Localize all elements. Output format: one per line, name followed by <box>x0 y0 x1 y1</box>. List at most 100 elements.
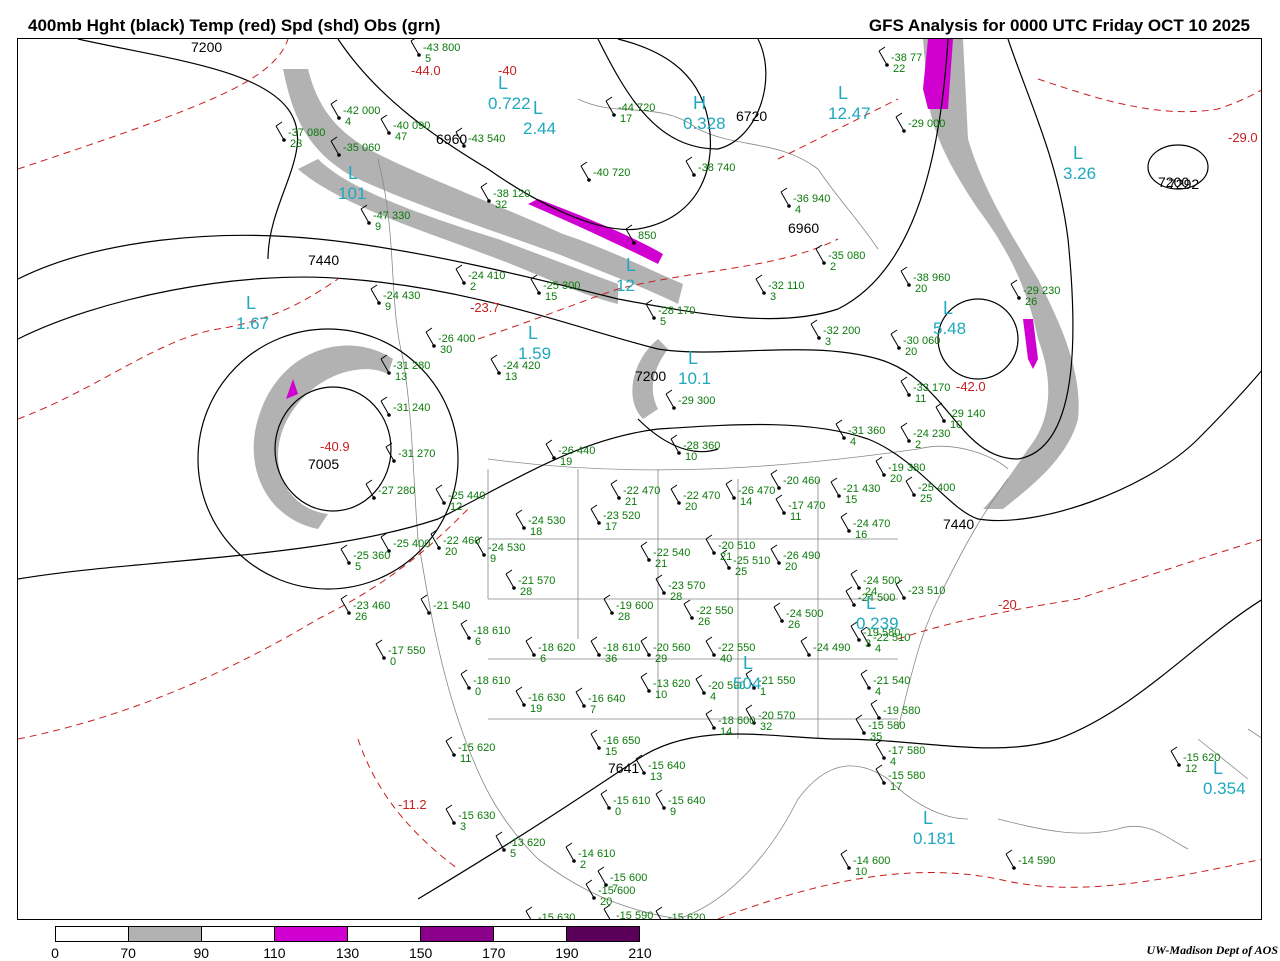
legend-swatch <box>275 927 348 941</box>
center-letter: L <box>626 255 636 275</box>
station-observation: -24 4102 <box>468 270 505 293</box>
wind-barb-staff <box>455 268 465 284</box>
obs-dewpoint: 13 <box>395 371 407 383</box>
wind-barb-flag <box>625 224 633 230</box>
wind-barb-staff <box>380 536 390 552</box>
station-dot <box>512 586 516 590</box>
station-dot <box>897 346 901 350</box>
wind-barb-staff <box>665 393 675 409</box>
wind-barb-staff <box>640 676 650 692</box>
wind-barb-staff <box>870 703 880 719</box>
station-observation: -17 5500 <box>388 645 425 668</box>
wind-barb-staff <box>275 125 285 141</box>
wind-barb-flag <box>640 636 648 642</box>
station-observation: -26 49020 <box>783 550 820 573</box>
wind-barb-flag <box>875 764 883 770</box>
station-observation: -20 57032 <box>758 710 795 733</box>
station-dot <box>392 459 396 463</box>
obs-temp-height: -35 060 <box>343 142 380 154</box>
obs-dewpoint: 19 <box>560 456 572 468</box>
station-dot <box>1017 296 1021 300</box>
station-dot <box>467 636 471 640</box>
wind-barb-flag <box>340 544 348 550</box>
station-dot <box>442 501 446 505</box>
wind-barb-staff <box>755 278 765 294</box>
station-observation: -22 47020 <box>683 490 720 513</box>
wind-barb-flag <box>875 456 883 462</box>
wind-barb-flag <box>900 266 908 272</box>
station-dot <box>672 406 676 410</box>
obs-temp-height: -29 000 <box>908 118 945 130</box>
wind-barb-staff <box>645 303 655 319</box>
wind-barb-flag <box>455 264 463 270</box>
obs-temp-height: -24 490 <box>813 642 850 654</box>
legend-tick-label: 110 <box>263 945 286 961</box>
obs-dewpoint: 20 <box>915 283 927 295</box>
wind-barb-staff <box>640 545 650 561</box>
legend-tick-label: 170 <box>482 945 506 961</box>
obs-dewpoint: 2 <box>580 859 586 871</box>
obs-temp-height: -21 540 <box>433 600 470 612</box>
station-dot <box>877 716 881 720</box>
obs-dewpoint: 15 <box>545 291 557 303</box>
pressure-center: H0.328 <box>683 93 726 133</box>
pressure-center: L0.722 <box>488 73 531 113</box>
wind-barb-staff <box>603 598 613 614</box>
station-observation: -26 44019 <box>558 445 595 468</box>
legend-tick-label: 90 <box>193 945 210 961</box>
station-observation: -15 62011 <box>458 742 495 765</box>
wind-barb-flag <box>590 729 598 735</box>
station-dot <box>677 501 681 505</box>
station-dot <box>847 529 851 533</box>
center-letter: L <box>743 653 753 673</box>
station-observation: -24 490 <box>813 642 850 654</box>
station-dot <box>837 494 841 498</box>
station-observation: -23 52017 <box>603 510 640 533</box>
wind-barb-flag <box>505 569 513 575</box>
center-value: 0.328 <box>683 114 726 133</box>
temperature-contour-label: -23.7 <box>470 300 500 315</box>
station-dot <box>387 371 391 375</box>
obs-dewpoint: 3 <box>825 336 831 348</box>
wind-barb-flag <box>900 376 908 382</box>
wind-barb-staff <box>640 640 650 656</box>
wind-barb-flag <box>490 354 498 360</box>
station-dot <box>552 456 556 460</box>
station-dot <box>462 281 466 285</box>
wind-barb-staff <box>845 590 855 606</box>
wind-barb-staff <box>860 673 870 689</box>
wind-barb-staff <box>445 808 455 824</box>
temp-contour-north-atlantic <box>1037 78 1261 113</box>
wind-barb-staff <box>430 533 440 549</box>
station-observation: -25 44012 <box>448 490 485 513</box>
obs-temp-height: -31 270 <box>398 448 435 460</box>
obs-dewpoint: 21 <box>720 551 732 563</box>
station-observation: -14 6102 <box>578 848 615 871</box>
station-observation: -19 60028 <box>616 600 653 623</box>
wind-barb-flag <box>600 789 608 795</box>
station-dot <box>780 619 784 623</box>
obs-dewpoint: 4 <box>710 691 716 703</box>
wind-barb-flag <box>525 906 533 912</box>
obs-dewpoint: 40 <box>720 653 732 665</box>
obs-dewpoint: 3 <box>460 821 466 833</box>
wind-barb-staff <box>905 480 915 496</box>
station-dot <box>762 291 766 295</box>
station-observation: -22 5104 <box>873 632 910 655</box>
legend-swatch <box>421 927 494 941</box>
wind-barb-flag <box>878 46 886 52</box>
station-dot <box>662 806 666 810</box>
height-contour-label: 7005 <box>308 456 339 472</box>
station-observation: -16 65015 <box>603 735 640 758</box>
pressure-center: L10.1 <box>678 348 711 388</box>
center-value: 5.48 <box>933 319 966 338</box>
wind-barb-flag <box>770 544 778 550</box>
wind-barb-flag <box>905 476 913 482</box>
temp-contour-atlantic <box>897 539 1261 640</box>
wind-barb-staff <box>495 835 505 851</box>
station-dot <box>452 753 456 757</box>
station-dot <box>647 653 651 657</box>
temperature-contour-label: -42.0 <box>956 379 986 394</box>
station-observation: -29 000 <box>908 118 945 130</box>
station-dot <box>347 611 351 615</box>
